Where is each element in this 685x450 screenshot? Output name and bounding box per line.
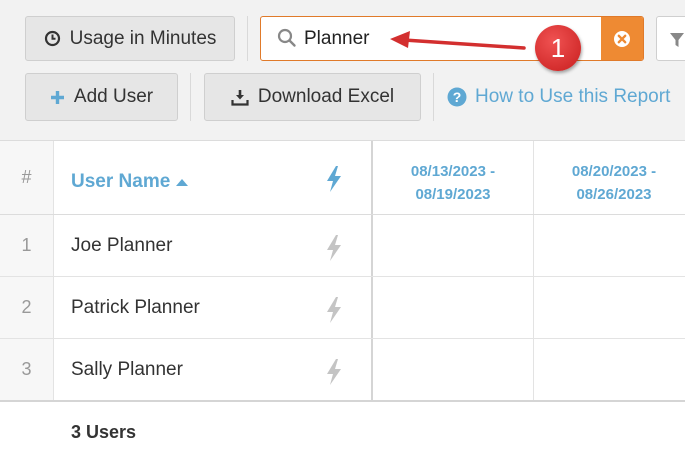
user-name-header-label: User Name: [71, 171, 171, 192]
lightning-header-icon[interactable]: [324, 165, 344, 198]
row-number-label: 3: [21, 359, 32, 379]
filter-button[interactable]: [656, 16, 685, 61]
footer-num-cell: [0, 402, 54, 450]
week-end-label: 08/19/2023: [415, 186, 491, 203]
search-input[interactable]: Planner: [304, 28, 370, 50]
grid-footer: 3 Users: [0, 400, 685, 450]
clock-icon: [44, 30, 61, 47]
column-divider: [533, 215, 534, 276]
table-row: 1 Joe Planner: [0, 215, 685, 277]
lightning-icon[interactable]: [324, 234, 344, 267]
row-number-label: 1: [21, 235, 32, 255]
week-end-label: 08/26/2023: [576, 186, 652, 203]
user-name-cell[interactable]: Joe Planner: [71, 215, 172, 276]
toolbar-divider: [247, 16, 248, 61]
user-name-cell[interactable]: Patrick Planner: [71, 277, 200, 338]
svg-text:?: ?: [453, 89, 462, 105]
add-user-label: Add User: [73, 86, 154, 107]
lightning-icon[interactable]: [324, 358, 344, 391]
header-num-cell: #: [0, 141, 54, 214]
grid-header: # User Name 08/13/2023 - 08/19/2023 08/2…: [0, 140, 685, 215]
usage-in-minutes-button[interactable]: Usage in Minutes: [25, 16, 235, 61]
add-user-button[interactable]: Add User: [25, 73, 178, 121]
usage-grid: # User Name 08/13/2023 - 08/19/2023 08/2…: [0, 140, 685, 450]
search-icon: [277, 28, 297, 53]
usage-in-minutes-label: Usage in Minutes: [69, 27, 217, 49]
row-number: 1: [0, 215, 54, 276]
row-number-label: 2: [21, 297, 32, 317]
question-circle-icon: ?: [447, 87, 467, 107]
clear-icon: [614, 30, 630, 47]
table-row: 2 Patrick Planner: [0, 277, 685, 339]
download-excel-label: Download Excel: [257, 86, 395, 107]
user-count-total: 3 Users: [71, 422, 137, 442]
row-number: 3: [0, 339, 54, 400]
clear-search-button[interactable]: [601, 17, 643, 60]
sort-ascending-icon: [176, 178, 189, 186]
callout-number: 1: [550, 32, 566, 63]
column-divider: [371, 215, 373, 276]
week-start-label: 08/13/2023 -: [410, 163, 496, 180]
table-row: 3 Sally Planner: [0, 339, 685, 401]
toolbar-divider: [190, 73, 191, 121]
header-num-label: #: [21, 167, 32, 187]
user-name-cell[interactable]: Sally Planner: [71, 339, 183, 400]
column-divider: [533, 277, 534, 338]
how-to-use-link[interactable]: ? How to Use this Report: [447, 86, 670, 108]
plus-icon: [50, 90, 65, 105]
download-excel-button[interactable]: Download Excel: [204, 73, 421, 121]
download-icon: [231, 89, 249, 106]
search-box[interactable]: Planner: [260, 16, 644, 61]
week-column-header[interactable]: 08/13/2023 - 08/19/2023: [373, 160, 533, 206]
week-column-header[interactable]: 08/20/2023 - 08/26/2023: [534, 160, 685, 206]
column-divider: [533, 339, 534, 400]
week-start-label: 08/20/2023 -: [571, 163, 657, 180]
row-number: 2: [0, 277, 54, 338]
column-divider: [371, 339, 373, 400]
callout-badge: 1: [535, 25, 581, 71]
toolbar-divider: [433, 73, 434, 121]
lightning-icon[interactable]: [324, 296, 344, 329]
column-divider: [371, 277, 373, 338]
user-name-column-header[interactable]: User Name: [71, 171, 189, 193]
how-to-use-label: How to Use this Report: [475, 86, 671, 107]
filter-icon: [670, 33, 684, 47]
